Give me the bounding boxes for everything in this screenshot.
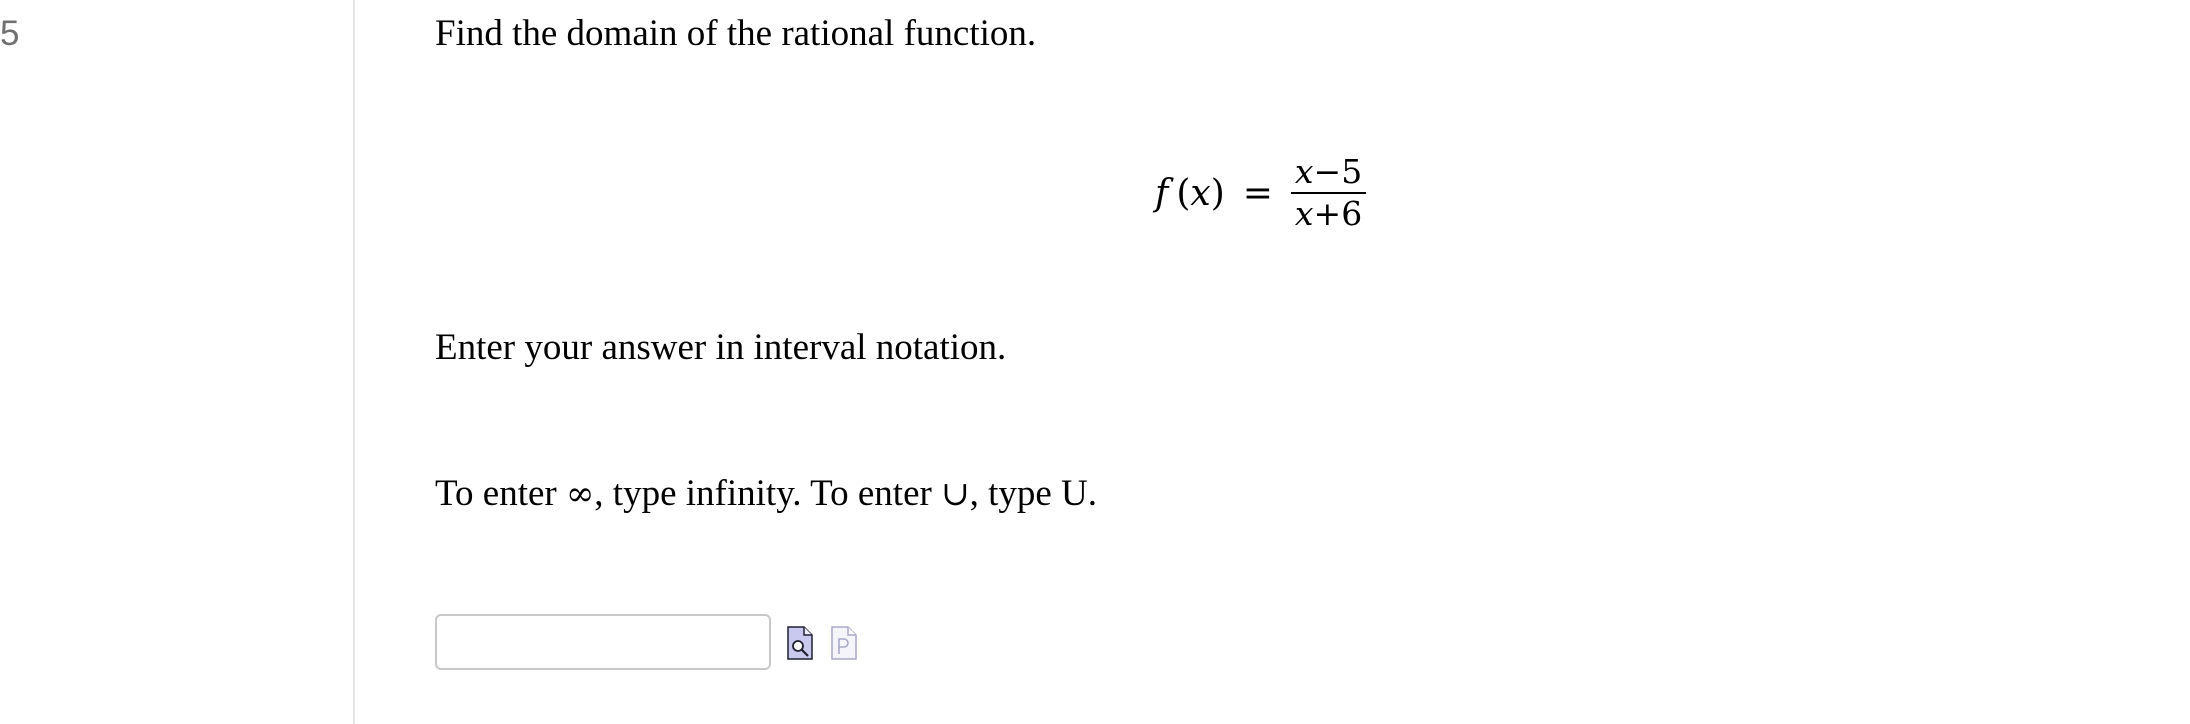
question-content: Find the domain of the rational function… xyxy=(435,0,2135,724)
fraction-denominator: x+6 xyxy=(1291,194,1366,234)
entry-hint: To enter ∞, type infinity. To enter ∪, t… xyxy=(435,472,1097,515)
hint-text-2: , type infinity. To enter xyxy=(594,473,942,514)
fraction-numerator: x−5 xyxy=(1291,152,1366,192)
formula-equals: = xyxy=(1242,172,1273,214)
formula-variable: x xyxy=(1190,172,1211,214)
question-prompt: Find the domain of the rational function… xyxy=(435,13,1037,54)
formula-open-paren: ( xyxy=(1176,172,1191,214)
formula-fraction: x−5 x+6 xyxy=(1290,152,1367,234)
denominator-variable: x xyxy=(1294,194,1314,233)
question-number: 5 xyxy=(0,14,20,53)
denominator-operator: + xyxy=(1313,194,1342,233)
preview-icon[interactable] xyxy=(787,626,813,660)
function-name: f xyxy=(1155,172,1169,214)
numerator-operator: − xyxy=(1313,152,1342,191)
help-icon[interactable] xyxy=(831,626,857,660)
hint-text-1: To enter xyxy=(435,473,566,514)
numerator-variable: x xyxy=(1294,152,1314,191)
answer-instruction: Enter your answer in interval notation. xyxy=(435,327,1007,368)
union-symbol: ∪ xyxy=(941,474,970,514)
formula-close-paren: ) xyxy=(1210,172,1225,214)
hint-text-3: , type U. xyxy=(969,473,1098,514)
infinity-symbol: ∞ xyxy=(565,474,595,514)
question-page: 5 Find the domain of the rational functi… xyxy=(0,0,2190,724)
denominator-constant: 6 xyxy=(1341,194,1363,233)
answer-input[interactable] xyxy=(435,614,771,670)
numerator-constant: 5 xyxy=(1341,152,1363,191)
rational-function-formula: f ( x ) = x−5 x+6 xyxy=(1155,148,1367,238)
column-divider xyxy=(353,0,355,724)
